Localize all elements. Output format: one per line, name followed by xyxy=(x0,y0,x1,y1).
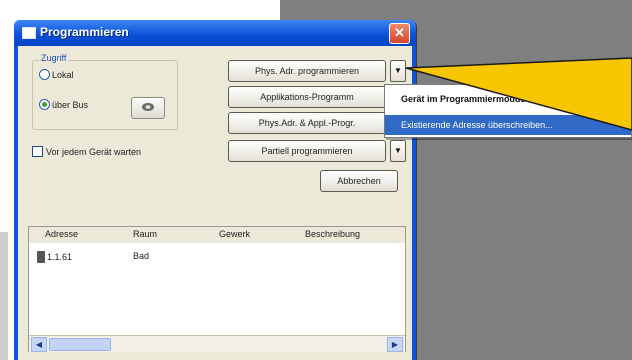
callout-arrow-icon xyxy=(405,57,632,131)
screenshot-stage: Programmieren ✕ Zugriff Lokal über Bus V… xyxy=(0,0,632,360)
